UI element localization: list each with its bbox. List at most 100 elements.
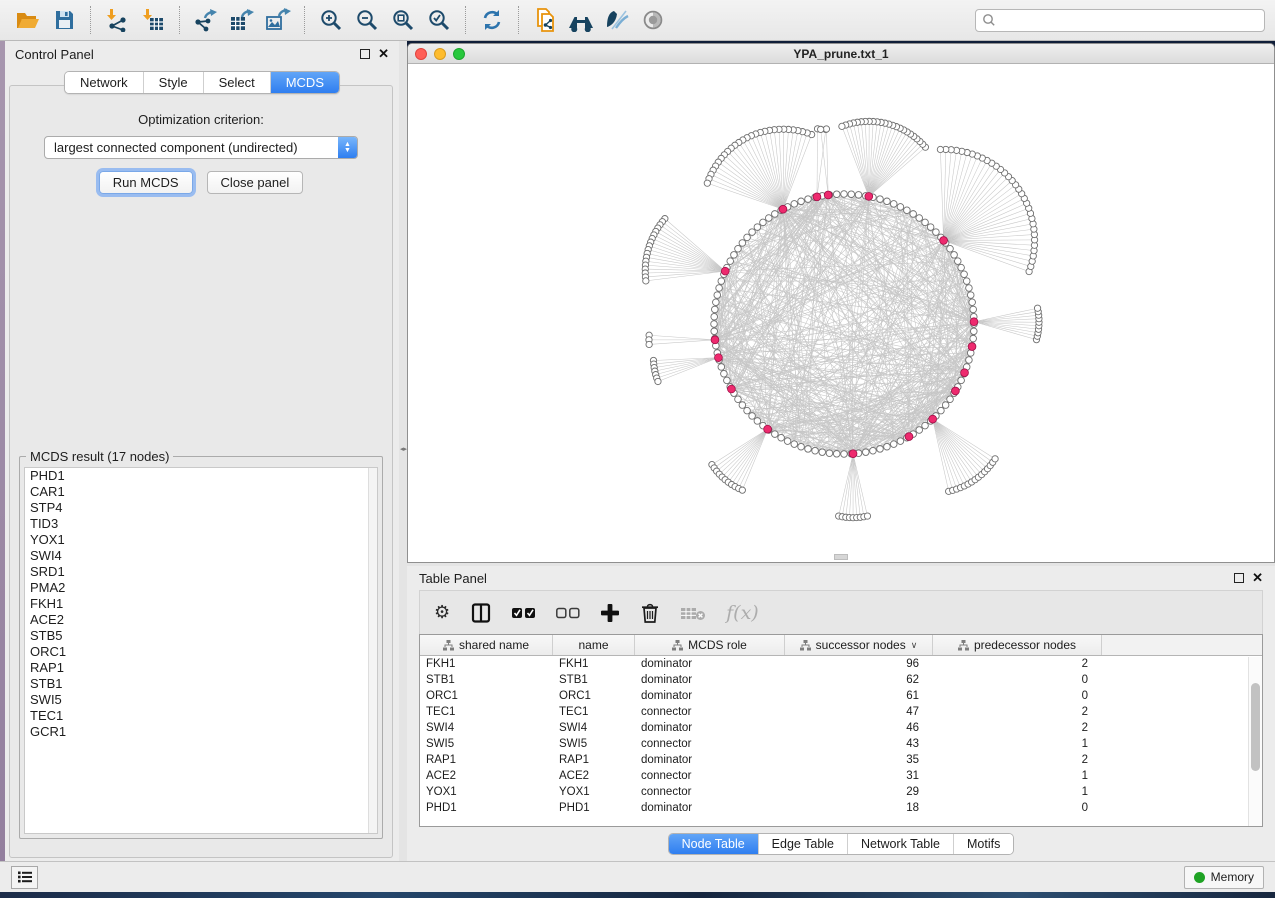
show-columns-icon[interactable] [470, 601, 492, 625]
export-image-icon[interactable] [260, 3, 296, 37]
shared-column-icon [958, 640, 969, 651]
shared-column-icon [672, 640, 683, 651]
table-cell: dominator [635, 658, 785, 670]
vertical-splitter[interactable]: ◂▸ [399, 41, 407, 861]
table-row[interactable]: ORC1ORC1dominator610 [420, 688, 1262, 704]
mcds-result-item[interactable]: ORC1 [25, 644, 377, 660]
close-table-panel-icon[interactable]: ✕ [1252, 573, 1263, 583]
canvas-resize-handle[interactable] [834, 554, 848, 560]
close-panel-button[interactable]: Close panel [207, 171, 304, 194]
mcds-result-list[interactable]: PHD1CAR1STP4TID3YOX1SWI4SRD1PMA2FKH1ACE2… [24, 467, 378, 834]
table-cell: 35 [785, 754, 933, 766]
style-preview-icon[interactable] [599, 3, 635, 37]
mcds-result-item[interactable]: SWI4 [25, 548, 377, 564]
table-scrollbar-thumb[interactable] [1251, 683, 1260, 771]
zoom-fit-icon[interactable] [385, 3, 421, 37]
show-hide-panel-eye-icon[interactable] [635, 3, 671, 37]
tab-style[interactable]: Style [143, 72, 203, 93]
float-panel-icon[interactable] [360, 49, 370, 59]
save-session-icon[interactable] [46, 3, 82, 37]
table-cell: connector [635, 770, 785, 782]
mcds-result-item[interactable]: STB1 [25, 676, 377, 692]
tab-motifs[interactable]: Motifs [953, 834, 1013, 854]
apply-function-icon[interactable]: f(x) [726, 601, 759, 625]
tab-edge-table[interactable]: Edge Table [758, 834, 847, 854]
settings-gear-icon[interactable]: ⚙ [434, 601, 450, 625]
mcds-result-item[interactable]: YOX1 [25, 532, 377, 548]
column-header-shared-name[interactable]: shared name [420, 635, 553, 655]
export-network-icon[interactable] [188, 3, 224, 37]
mcds-result-item[interactable]: TID3 [25, 516, 377, 532]
mcds-result-item[interactable]: GCR1 [25, 724, 377, 740]
mcds-result-item[interactable]: STB5 [25, 628, 377, 644]
tab-network-table[interactable]: Network Table [847, 834, 953, 854]
criterion-select[interactable]: largest connected component (undirected)… [44, 136, 358, 159]
network-canvas[interactable] [408, 64, 1274, 562]
toolbar-separator [179, 6, 180, 34]
table-row[interactable]: YOX1YOX1connector291 [420, 784, 1262, 800]
table-row[interactable]: PHD1PHD1dominator180 [420, 800, 1262, 816]
import-network-icon[interactable] [99, 3, 135, 37]
zoom-out-icon[interactable] [349, 3, 385, 37]
mcds-result-item[interactable]: SWI5 [25, 692, 377, 708]
network-graph[interactable] [408, 64, 1274, 561]
table-row[interactable]: RAP1RAP1dominator352 [420, 752, 1262, 768]
export-table-icon[interactable] [224, 3, 260, 37]
mcds-result-item[interactable]: STP4 [25, 500, 377, 516]
add-column-icon[interactable] [600, 601, 620, 625]
refresh-icon[interactable] [474, 3, 510, 37]
column-header-MCDS-role[interactable]: MCDS role [635, 635, 785, 655]
tab-select[interactable]: Select [203, 72, 270, 93]
delete-column-trash-icon[interactable] [640, 601, 660, 625]
table-row[interactable]: FKH1FKH1dominator962 [420, 656, 1262, 672]
delete-table-icon[interactable] [680, 601, 706, 625]
deselect-all-icon[interactable] [556, 601, 580, 625]
import-table-icon[interactable] [135, 3, 171, 37]
select-all-icon[interactable] [512, 601, 536, 625]
close-panel-icon[interactable]: ✕ [378, 49, 389, 59]
open-file-icon[interactable] [10, 3, 46, 37]
mcds-result-item[interactable]: SRD1 [25, 564, 377, 580]
network-window-titlebar[interactable]: YPA_prune.txt_1 [408, 44, 1274, 64]
mcds-result-item[interactable]: FKH1 [25, 596, 377, 612]
shared-column-icon [800, 640, 811, 651]
tab-mcds[interactable]: MCDS [270, 72, 339, 93]
mcds-result-item[interactable]: CAR1 [25, 484, 377, 500]
table-row[interactable]: SWI5SWI5connector431 [420, 736, 1262, 752]
table-body: FKH1FKH1dominator962STB1STB1dominator620… [420, 656, 1262, 816]
search-input[interactable] [996, 13, 1258, 27]
memory-button[interactable]: Memory [1184, 866, 1264, 889]
tab-node-table[interactable]: Node Table [669, 834, 758, 854]
sort-descending-icon: ∨ [911, 640, 918, 651]
table-row[interactable]: TEC1TEC1connector472 [420, 704, 1262, 720]
mcds-result-item[interactable]: RAP1 [25, 660, 377, 676]
table-scrollbar[interactable] [1248, 657, 1262, 826]
table-row[interactable]: STB1STB1dominator620 [420, 672, 1262, 688]
mcds-result-item[interactable]: PHD1 [25, 468, 377, 484]
global-search[interactable] [975, 9, 1265, 32]
zoom-in-icon[interactable] [313, 3, 349, 37]
mcds-result-item[interactable]: PMA2 [25, 580, 377, 596]
float-table-panel-icon[interactable] [1234, 573, 1244, 583]
mcds-result-item[interactable]: ACE2 [25, 612, 377, 628]
search-binoculars-icon[interactable] [563, 3, 599, 37]
table-panel-titlebar: Table Panel ✕ [407, 566, 1275, 590]
tab-network[interactable]: Network [65, 72, 143, 93]
table-row[interactable]: ACE2ACE2connector311 [420, 768, 1262, 784]
panel-menu-button[interactable] [11, 866, 38, 889]
control-panel-titlebar: Control Panel ✕ [5, 41, 399, 67]
column-header-name[interactable]: name [553, 635, 635, 655]
mcds-result-item[interactable]: TEC1 [25, 708, 377, 724]
run-mcds-button[interactable]: Run MCDS [99, 171, 193, 194]
column-header-predecessor-nodes[interactable]: predecessor nodes [933, 635, 1102, 655]
table-cell: TEC1 [553, 706, 635, 718]
splitter-handle-icon[interactable]: ◂▸ [400, 446, 407, 453]
table-row[interactable]: SWI4SWI4dominator462 [420, 720, 1262, 736]
clone-network-icon[interactable] [527, 3, 563, 37]
table-cell: SWI5 [420, 738, 553, 750]
mcds-list-scrollbar[interactable] [368, 468, 377, 833]
table-panel-title: Table Panel [419, 571, 487, 586]
table-cell: TEC1 [420, 706, 553, 718]
zoom-selected-icon[interactable] [421, 3, 457, 37]
column-header-successor-nodes[interactable]: successor nodes∨ [785, 635, 933, 655]
